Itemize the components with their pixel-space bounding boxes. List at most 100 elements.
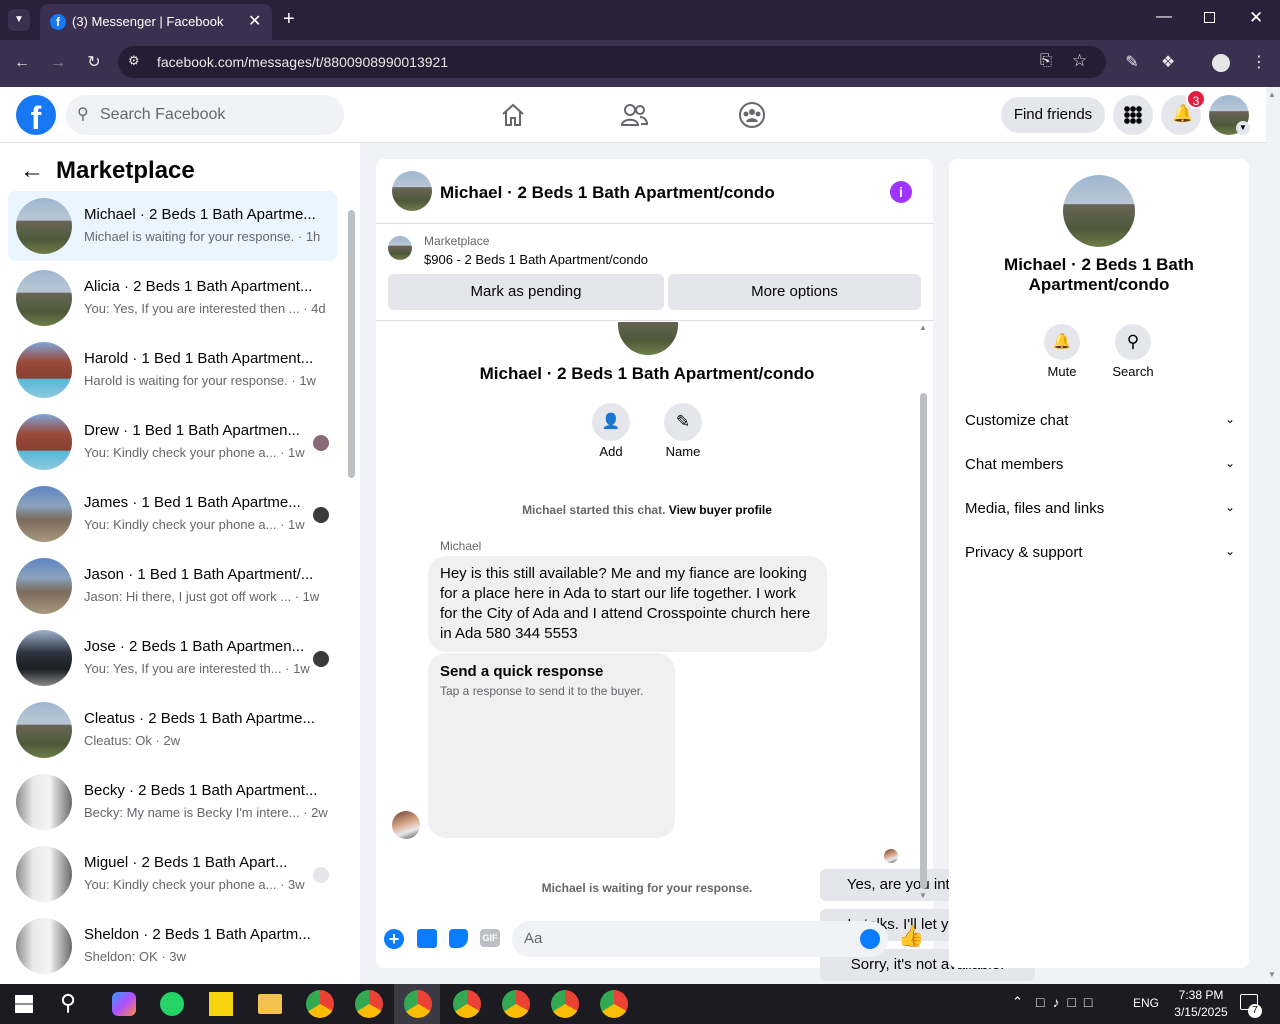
listing-price[interactable]: $906 - 2 Beds 1 Bath Apartment/condo <box>424 252 648 267</box>
address-bar-row: ← → ↻ ⚙ facebook.com/messages/t/88009089… <box>0 40 1280 87</box>
chrome-app-icon[interactable] <box>453 990 481 1018</box>
forward-icon[interactable]: → <box>47 53 69 73</box>
friends-icon[interactable] <box>620 102 648 128</box>
photo-icon[interactable] <box>417 929 437 948</box>
scroll-thumb[interactable] <box>348 210 355 478</box>
back-icon[interactable]: ← <box>11 53 33 73</box>
pen-icon[interactable]: ✎ <box>1121 53 1143 73</box>
conversation-item[interactable]: Harold · 1 Bed 1 Bath Apartment... Harold… <box>8 335 337 405</box>
sticker-icon[interactable] <box>449 929 468 948</box>
menu-button[interactable] <box>1113 95 1153 135</box>
message-input[interactable]: Aa <box>512 921 888 957</box>
chrome-app-icon[interactable] <box>355 990 383 1018</box>
new-tab-button[interactable]: + <box>283 8 295 31</box>
menu-dots-icon[interactable]: ⋮ <box>1248 53 1270 73</box>
chrome-app-icon[interactable] <box>600 990 628 1018</box>
extensions-icon[interactable]: ❖ <box>1157 53 1179 73</box>
mute-button[interactable]: 🔔 <box>1044 324 1080 360</box>
conversation-item[interactable]: James · 1 Bed 1 Bath Apartme... You: Kind… <box>8 479 337 549</box>
chrome-app-icon[interactable] <box>502 990 530 1018</box>
tab-list-button[interactable]: ▼ <box>8 9 30 31</box>
chrome-app-icon[interactable] <box>551 990 579 1018</box>
notification-count: 7 <box>1248 1004 1262 1018</box>
chat-scrollbar[interactable]: ▲ ▼ <box>917 321 929 901</box>
browser-tab[interactable]: f (3) Messenger | Facebook ✕ <box>40 4 272 40</box>
search-placeholder: Search Facebook <box>100 106 226 123</box>
chrome-app-icon[interactable] <box>306 990 334 1018</box>
home-icon[interactable] <box>500 102 526 128</box>
file-explorer-icon[interactable] <box>258 994 282 1014</box>
menu-grid-icon <box>1124 106 1142 124</box>
view-buyer-profile-link[interactable]: View buyer profile <box>669 503 772 517</box>
section-label: Media, files and links <box>965 500 1105 517</box>
chrome-app-icon[interactable] <box>404 990 432 1018</box>
tray-icons[interactable]: □♪□□ <box>1036 994 1100 1010</box>
scroll-thumb[interactable] <box>920 393 927 889</box>
close-window-button[interactable]: ✕ <box>1249 8 1263 28</box>
conversation-item[interactable]: Jason · 1 Bed 1 Bath Apartment/... Jason:… <box>8 551 337 621</box>
close-tab-icon[interactable]: ✕ <box>248 11 261 31</box>
copilot-icon[interactable] <box>112 992 136 1016</box>
conversation-item[interactable]: Miguel · 2 Beds 1 Bath Apart... You: Kind… <box>8 839 337 909</box>
scroll-down-arrow[interactable]: ▼ <box>919 891 927 900</box>
section-chat-members[interactable]: Chat members ⌄ <box>965 456 1235 473</box>
tray-chevron-icon[interactable]: ⌃ <box>1012 994 1023 1010</box>
gif-icon[interactable]: GIF <box>480 929 500 947</box>
whatsapp-icon[interactable] <box>160 992 184 1016</box>
message-bubble[interactable]: Hey is this still available? Me and my f… <box>428 556 827 652</box>
page-scroll-up-arrow[interactable]: ▲ <box>1268 90 1276 99</box>
chevron-down-icon: ⌄ <box>1224 544 1235 558</box>
conversation-item[interactable]: Drew · 1 Bed 1 Bath Apartmen... You: Kind… <box>8 407 337 477</box>
search-button[interactable]: ⚲ <box>1115 324 1151 360</box>
mark-pending-button[interactable]: Mark as pending <box>388 274 664 310</box>
reload-icon[interactable]: ↻ <box>83 53 105 73</box>
restore-button[interactable] <box>1204 12 1215 23</box>
name-button[interactable]: ✎ <box>664 403 702 441</box>
conversation-name: Miguel · 2 Beds 1 Bath Apart... <box>84 854 288 871</box>
facebook-logo-icon[interactable]: f <box>16 95 56 136</box>
search-input[interactable]: ⚲ Search Facebook <box>66 95 344 135</box>
language-indicator[interactable]: ENG <box>1133 996 1159 1010</box>
thumbs-up-icon[interactable]: 👍 <box>898 925 924 949</box>
sender-name: Michael <box>440 539 482 553</box>
find-friends-button[interactable]: Find friends <box>1001 97 1105 133</box>
marketplace-sidebar: ← Marketplace Michael · 2 Beds 1 Bath Ap… <box>0 143 360 984</box>
scroll-up-arrow[interactable]: ▲ <box>919 323 927 332</box>
conversation-item[interactable]: Sheldon · 2 Beds 1 Bath Apartm... Sheldon… <box>8 911 337 981</box>
more-options-button[interactable]: More options <box>668 274 921 310</box>
groups-icon[interactable] <box>738 101 766 129</box>
install-app-icon[interactable]: ⎘ <box>1040 52 1052 69</box>
info-icon[interactable]: i <box>890 181 912 203</box>
page-scroll-down-arrow[interactable]: ▼ <box>1268 970 1276 979</box>
chat-title[interactable]: Michael · 2 Beds 1 Bath Apartment/condo <box>440 183 775 203</box>
waiting-status: Michael is waiting for your response. <box>541 881 753 895</box>
conversation-item[interactable]: Alicia · 2 Beds 1 Bath Apartment... You: … <box>8 263 337 333</box>
scrollbar[interactable] <box>346 207 356 479</box>
url-field[interactable]: ⚙ facebook.com/messages/t/88009089900139… <box>118 46 1106 78</box>
section-customize-chat[interactable]: Customize chat ⌄ <box>965 412 1235 429</box>
conversation-item[interactable]: Becky · 2 Beds 1 Bath Apartment... Becky:… <box>8 767 337 837</box>
back-arrow-icon[interactable]: ← <box>20 157 44 185</box>
conversation-item[interactable]: Michael · 2 Beds 1 Bath Apartme... Michae… <box>8 191 337 261</box>
minimize-button[interactable]: — <box>1156 8 1172 26</box>
plus-icon[interactable]: + <box>384 929 404 949</box>
sticky-notes-icon[interactable] <box>209 992 233 1016</box>
clock-date[interactable]: 3/15/2025 <box>1166 1005 1236 1019</box>
section-privacy-support[interactable]: Privacy & support ⌄ <box>965 544 1235 561</box>
facebook-header: f ⚲ Search Facebook Find friends 🔔 3 ▼ <box>0 87 1266 143</box>
windows-start-icon[interactable] <box>15 995 33 1013</box>
clock-time[interactable]: 7:38 PM <box>1166 988 1236 1002</box>
quick-response-subtitle: Tap a response to send it to the buyer. <box>440 684 644 698</box>
bookmark-star-icon[interactable]: ☆ <box>1072 51 1087 71</box>
conversation-item[interactable]: Cleatus · 2 Beds 1 Bath Apartme... Cleatu… <box>8 695 337 765</box>
add-label: Add <box>599 444 623 459</box>
conversation-item[interactable]: Jose · 2 Beds 1 Bath Apartmen... You: Yes… <box>8 623 337 693</box>
emoji-icon[interactable] <box>860 929 880 949</box>
add-button[interactable]: 👤 <box>592 403 630 441</box>
site-info-icon[interactable]: ⚙ <box>128 53 140 69</box>
taskbar-search-icon[interactable]: ⚲ <box>60 990 76 1016</box>
section-media-files-links[interactable]: Media, files and links ⌄ <box>965 500 1235 517</box>
profile-icon[interactable] <box>1212 54 1230 72</box>
listing-thumb[interactable] <box>388 236 412 260</box>
chevron-down-icon[interactable]: ▼ <box>1236 121 1250 135</box>
